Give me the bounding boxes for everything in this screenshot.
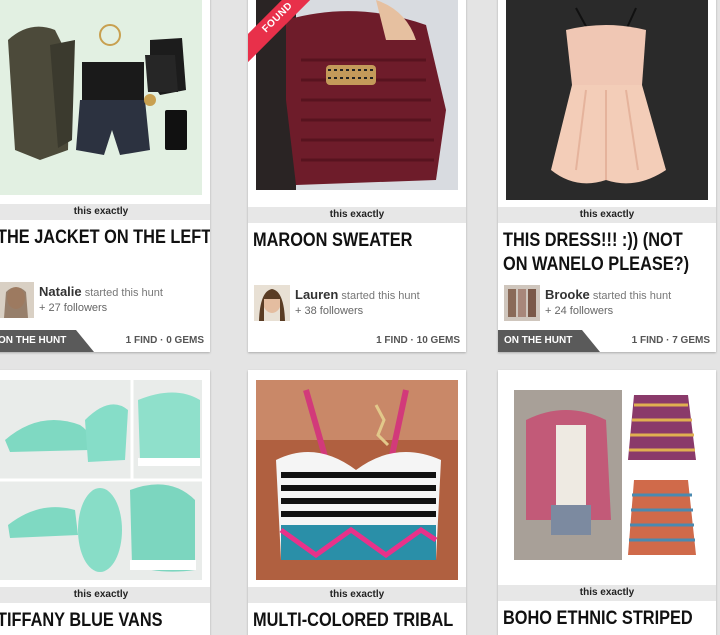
hunt-tag: this exactly [248,207,466,223]
hunter-line: Natalie started this hunt [39,284,163,299]
hunt-title[interactable]: THE JACKET ON THE LEFT [0,226,210,250]
hunt-card[interactable]: this exactly THE JACKET ON THE LEFT Nata… [0,0,210,352]
status-badge: ON THE HUNT [498,330,600,352]
avatar[interactable] [504,285,540,321]
hunt-tag: this exactly [248,587,466,603]
found-ribbon: FOUND [248,0,338,80]
product-photo[interactable] [0,380,202,580]
hunter-name[interactable]: Brooke [545,287,590,302]
card-footer: ON THE HUNT 1 FIND · 7 GEMS [498,330,716,352]
avatar[interactable] [254,285,290,321]
hunt-tag: this exactly [498,585,716,601]
hunter-action: started this hunt [592,290,672,302]
hunter-line: Brooke started this hunt [545,287,671,302]
hunt-card[interactable]: this exactly BOHO ETHNIC STRIPED [498,370,716,635]
hunter-action: started this hunt [341,290,420,302]
avatar[interactable] [0,282,34,318]
followers-count: + 24 followers [545,305,614,317]
card-footer: 1 FIND · 10 GEMS [248,330,466,352]
hunter-info: Lauren started this hunt + 38 followers [254,285,464,321]
find-gem-stats: 1 FIND · 7 GEMS [631,335,710,346]
followers-count: + 27 followers [39,302,108,314]
product-photo[interactable] [256,380,458,580]
hunter-info: Brooke started this hunt + 24 followers [504,285,714,321]
card-footer: ON THE HUNT 1 FIND · 0 GEMS [0,330,210,352]
found-label: FOUND [248,0,328,68]
find-gem-stats: 1 FIND · 0 GEMS [125,335,204,346]
hunt-tag: this exactly [498,207,716,223]
find-gem-stats: 1 FIND · 10 GEMS [376,335,460,346]
hunt-tag: this exactly [0,587,210,603]
product-photo[interactable] [0,0,202,195]
hunter-info: Natalie started this hunt + 27 followers [0,282,208,318]
hunt-title-line[interactable]: THIS DRESS!!! :)) (NOT [503,229,684,253]
status-badge: ON THE HUNT [0,330,94,352]
hunt-tag: this exactly [0,204,210,220]
hunt-title[interactable]: MULTI-COLORED TRIBAL [253,609,453,633]
hunt-title[interactable]: TIFFANY BLUE VANS [0,609,178,633]
hunt-card[interactable]: this exactly THIS DRESS!!! :)) (NOT ON W… [498,0,716,352]
product-photo[interactable] [506,380,708,578]
hunter-line: Lauren started this hunt [295,287,420,302]
hunter-name[interactable]: Natalie [39,284,82,299]
hunter-action: started this hunt [84,287,163,299]
hunt-card[interactable]: this exactly MULTI-COLORED TRIBAL [248,370,466,635]
hunt-card[interactable]: FOUND this exactly MAROON SWEATER Lauren… [248,0,466,352]
hunt-title[interactable]: MAROON SWEATER [253,229,434,253]
hunter-name[interactable]: Lauren [295,287,338,302]
hunt-card[interactable]: this exactly TIFFANY BLUE VANS [0,370,210,635]
product-photo[interactable] [506,0,708,200]
hunt-title-line[interactable]: ON WANELO PLEASE?) [503,253,689,277]
hunt-title[interactable]: BOHO ETHNIC STRIPED [503,607,693,631]
followers-count: + 38 followers [295,305,364,317]
